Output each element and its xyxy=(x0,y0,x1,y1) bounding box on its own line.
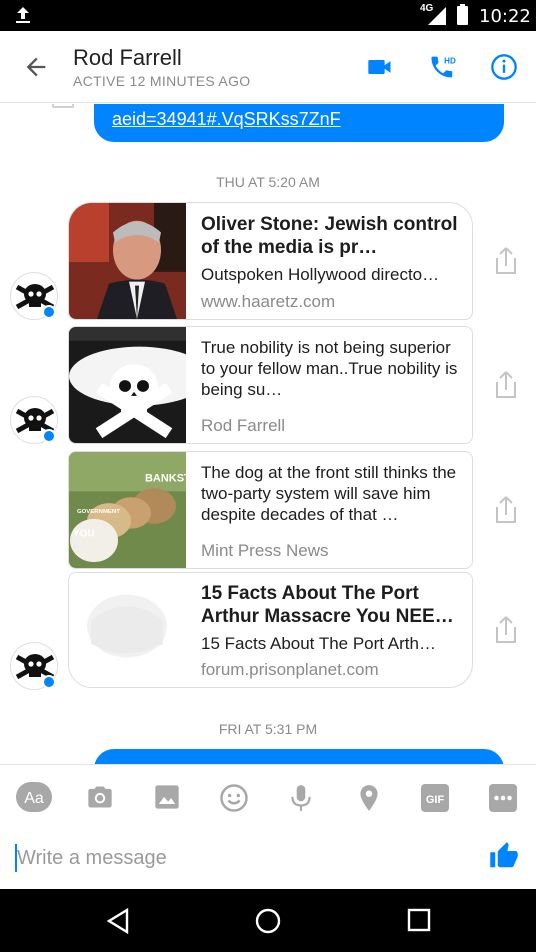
card-title: Oliver Stone: Jewish control of the medi… xyxy=(201,214,458,258)
signal-icon xyxy=(428,7,446,25)
recents-nav-icon[interactable] xyxy=(407,908,431,932)
contact-status: ACTIVE 12 MINUTES AGO xyxy=(73,73,251,89)
message-input[interactable] xyxy=(17,842,477,874)
system-nav-bar xyxy=(0,889,536,952)
messenger-badge-icon xyxy=(42,675,56,689)
info-icon[interactable] xyxy=(490,53,518,81)
link-card[interactable]: BANKSTE GOVERNMENT YOU The dog at the fr… xyxy=(68,451,473,569)
message-thread[interactable]: aeid=34941#.VqSRKss7ZnF THU AT 5:20 AM O… xyxy=(0,104,536,764)
link-card[interactable]: True nobility is not being superior to y… xyxy=(68,326,473,444)
location-icon[interactable] xyxy=(356,783,382,813)
card-source: www.haaretz.com xyxy=(201,292,336,311)
meme-label: YOU xyxy=(73,529,95,540)
meme-label: GOVERNMENT xyxy=(77,509,120,515)
phone-call-icon[interactable]: HD xyxy=(428,53,458,81)
emoji-icon[interactable] xyxy=(219,783,249,813)
card-source: Mint Press News xyxy=(201,541,329,560)
message-link[interactable]: aeid=34941#.VqSRKss7ZnF xyxy=(112,109,341,129)
timestamp: FRI AT 5:31 PM xyxy=(218,721,318,737)
card-description: 15 Facts About The Port Arth… xyxy=(201,634,436,653)
gif-icon[interactable]: GIF xyxy=(420,783,450,813)
video-call-icon[interactable] xyxy=(366,53,394,81)
composer-toolbar: Aa GIF xyxy=(0,764,536,828)
composer xyxy=(0,828,536,889)
thumbs-up-icon[interactable] xyxy=(489,841,519,871)
share-icon[interactable] xyxy=(492,370,520,400)
upload-icon xyxy=(16,7,30,23)
gif-label: GIF xyxy=(426,794,445,806)
link-card[interactable]: 15 Facts About The Port Arthur Massacre … xyxy=(68,572,473,688)
share-icon[interactable] xyxy=(492,246,520,276)
meme-label: BANKSTE xyxy=(145,473,186,485)
timestamp: THU AT 5:20 AM xyxy=(216,174,320,190)
article-thumbnail xyxy=(69,203,186,319)
card-title: 15 Facts About The Port Arthur Massacre … xyxy=(201,583,454,627)
clock: 10:22 xyxy=(479,6,531,27)
conversation-header: Rod Farrell ACTIVE 12 MINUTES AGO HD xyxy=(0,31,536,103)
back-nav-icon[interactable] xyxy=(106,908,130,934)
seen-indicator xyxy=(52,104,74,108)
card-description: The dog at the front still thinks the tw… xyxy=(201,463,457,524)
card-source: forum.prisonplanet.com xyxy=(201,660,379,679)
back-arrow-icon[interactable] xyxy=(22,53,50,81)
svg-text:HD: HD xyxy=(444,57,456,66)
status-bar: 4G 10:22 xyxy=(0,0,536,31)
article-thumbnail xyxy=(69,573,186,687)
contact-name[interactable]: Rod Farrell xyxy=(73,45,182,71)
battery-icon xyxy=(457,4,468,25)
sent-message-bubble[interactable] xyxy=(94,749,504,764)
share-icon[interactable] xyxy=(492,615,520,645)
link-card[interactable]: Oliver Stone: Jewish control of the medi… xyxy=(68,202,473,320)
card-description: True nobility is not being superior to y… xyxy=(201,338,458,399)
sent-message-bubble[interactable]: aeid=34941#.VqSRKss7ZnF xyxy=(94,104,504,142)
gallery-icon[interactable] xyxy=(153,783,181,811)
text-format-icon[interactable]: Aa xyxy=(16,782,52,812)
home-nav-icon[interactable] xyxy=(255,908,281,934)
card-description: Outspoken Hollywood directo… xyxy=(201,265,440,284)
microphone-icon[interactable] xyxy=(288,783,314,813)
camera-icon[interactable] xyxy=(86,783,114,811)
article-thumbnail xyxy=(69,327,186,443)
card-source: Rod Farrell xyxy=(201,416,286,435)
share-icon[interactable] xyxy=(492,495,520,525)
more-icon[interactable] xyxy=(488,783,518,813)
article-thumbnail: BANKSTE GOVERNMENT YOU xyxy=(69,452,186,568)
messenger-badge-icon xyxy=(42,305,56,319)
text-format-label: Aa xyxy=(24,790,44,807)
messenger-badge-icon xyxy=(42,429,56,443)
